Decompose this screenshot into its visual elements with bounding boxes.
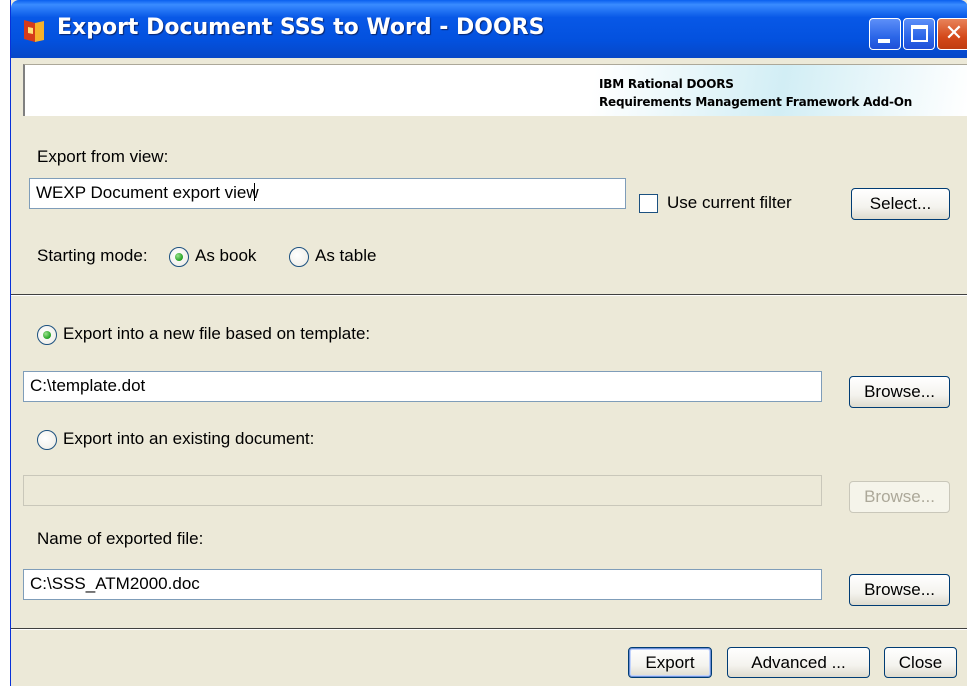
browse-template-button[interactable]: Browse... (849, 376, 950, 408)
product-banner: IBM Rational DOORS Requirements Manageme… (23, 64, 967, 116)
existing-document-label: Export into an existing document: (63, 429, 315, 448)
window-title: Export Document SSS to Word - DOORS (57, 15, 545, 40)
view-name-value: WEXP Document export view (36, 183, 259, 202)
browse-exported-button[interactable]: Browse... (849, 574, 950, 606)
section-divider (11, 294, 967, 296)
exported-file-name-label: Name of exported file: (37, 529, 204, 548)
view-name-field[interactable]: WEXP Document export view (29, 178, 626, 209)
close-window-button[interactable]: ✕ (937, 18, 967, 50)
use-current-filter-label: Use current filter (667, 193, 792, 212)
maximize-button[interactable] (903, 18, 935, 50)
radio-selected-dot (175, 253, 183, 261)
banner-product-name: IBM Rational DOORS (599, 77, 734, 91)
new-file-radio[interactable] (37, 325, 57, 345)
exported-file-name-field[interactable]: C:\SSS_ATM2000.doc (23, 569, 822, 600)
close-button[interactable]: Close (884, 647, 957, 678)
doors-app-icon (24, 20, 44, 42)
as-table-radio[interactable] (289, 247, 309, 267)
use-current-filter-checkbox[interactable] (639, 194, 658, 213)
advanced-button[interactable]: Advanced ... (727, 647, 870, 678)
banner-product-subtitle: Requirements Management Framework Add-On (599, 95, 913, 109)
export-dialog-window: Export Document SSS to Word - DOORS ✕ IB… (10, 0, 967, 686)
existing-document-radio[interactable] (37, 430, 57, 450)
as-table-label: As table (315, 246, 377, 265)
new-file-label: Export into a new file based on template… (63, 324, 371, 343)
export-button[interactable]: Export (628, 647, 712, 678)
title-bar[interactable]: Export Document SSS to Word - DOORS ✕ (11, 0, 967, 58)
existing-document-field[interactable] (23, 475, 822, 506)
as-book-label: As book (195, 246, 257, 265)
as-book-radio[interactable] (169, 247, 189, 267)
template-path-field[interactable]: C:\template.dot (23, 371, 822, 402)
maximize-icon (911, 25, 928, 42)
text-caret (253, 183, 255, 201)
footer-divider (11, 628, 967, 630)
radio-selected-dot (43, 331, 51, 339)
starting-mode-label: Starting mode: (37, 246, 148, 265)
close-icon: ✕ (944, 21, 964, 46)
minimize-button[interactable] (869, 18, 901, 50)
select-view-button[interactable]: Select... (851, 188, 950, 220)
minimize-icon (878, 39, 890, 43)
export-from-view-label: Export from view: (37, 147, 169, 166)
browse-existing-button[interactable]: Browse... (849, 481, 950, 513)
